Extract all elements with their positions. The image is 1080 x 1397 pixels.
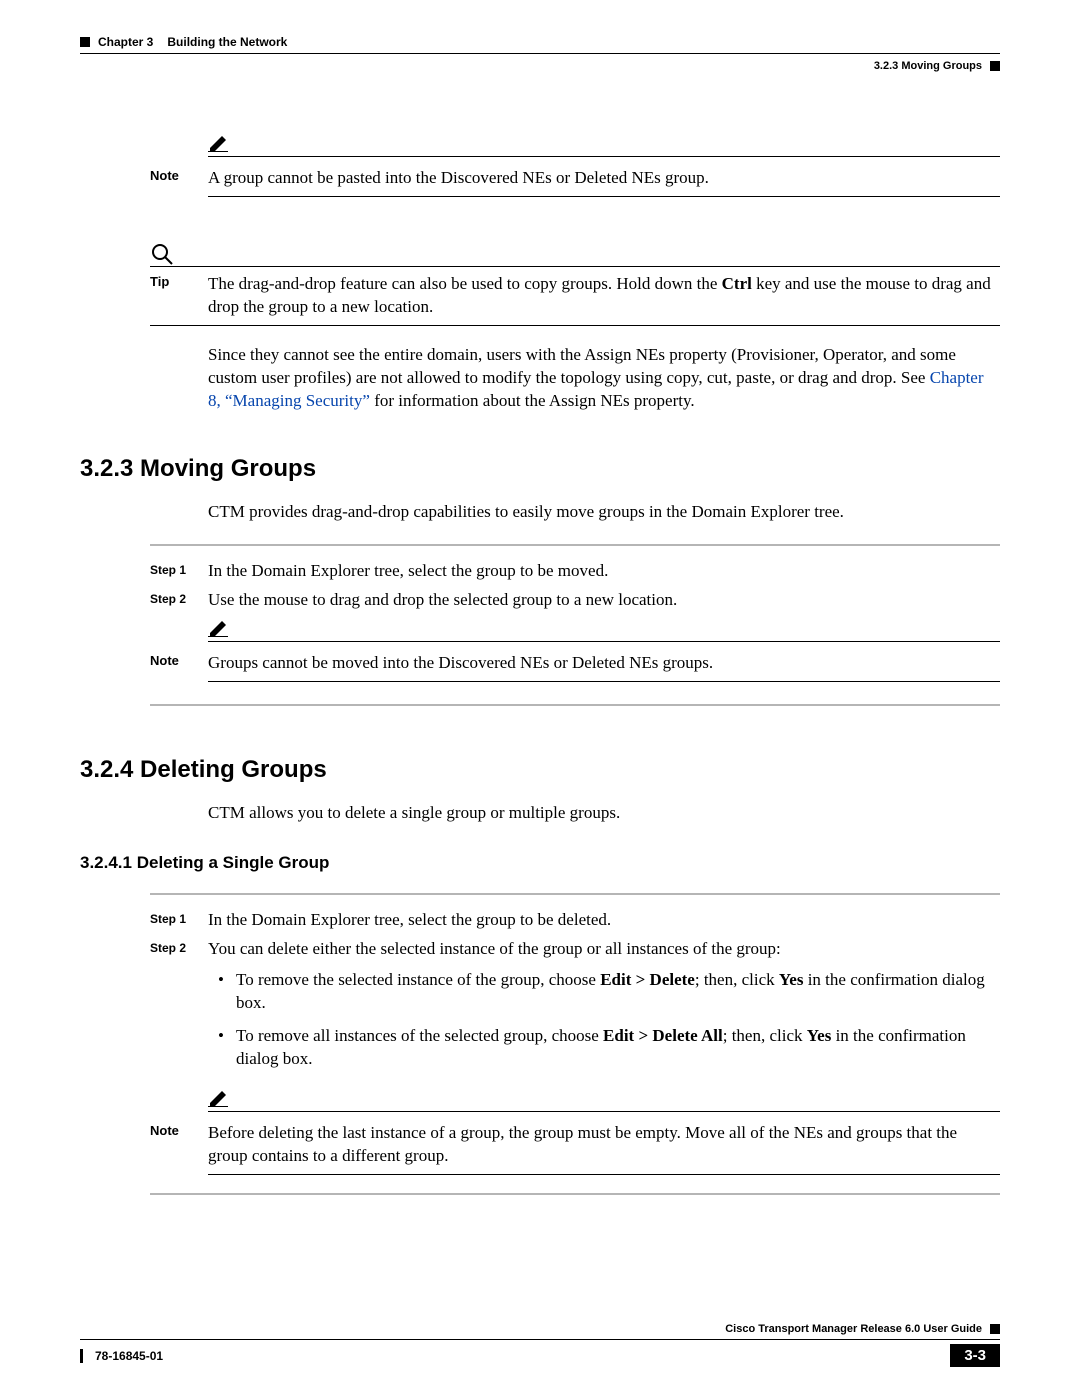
section-3-2-4-title: 3.2.4 Deleting Groups bbox=[80, 756, 1000, 784]
chapter-label: Chapter 3 bbox=[98, 35, 153, 49]
header-marker-right-icon bbox=[990, 61, 1000, 71]
moving-step-2: Step 2 Use the mouse to drag and drop th… bbox=[150, 589, 1000, 612]
note-text: Before deleting the last instance of a g… bbox=[208, 1122, 1000, 1168]
note-callout-2: Note Groups cannot be moved into the Dis… bbox=[150, 617, 1000, 682]
deleting-step-2: Step 2 You can delete either the selecte… bbox=[150, 938, 1000, 1081]
section-3-2-4-intro: CTM allows you to delete a single group … bbox=[208, 802, 1000, 825]
section-ref: 3.2.3 Moving Groups bbox=[874, 60, 982, 72]
moving-step-1: Step 1 In the Domain Explorer tree, sele… bbox=[150, 560, 1000, 583]
chapter-title: Building the Network bbox=[167, 35, 287, 49]
tip-text: The drag-and-drop feature can also be us… bbox=[208, 273, 1000, 319]
bullet-delete-instance: To remove the selected instance of the g… bbox=[208, 969, 1000, 1015]
magnifier-icon bbox=[150, 242, 174, 266]
page-footer: Cisco Transport Manager Release 6.0 User… bbox=[80, 1323, 1000, 1367]
note-text: Groups cannot be moved into the Discover… bbox=[208, 652, 1000, 675]
tip-label: Tip bbox=[150, 274, 169, 289]
section-3-2-4-1-title: 3.2.4.1 Deleting a Single Group bbox=[80, 853, 1000, 873]
pen-icon bbox=[208, 132, 232, 152]
section-3-2-3-intro: CTM provides drag-and-drop capabilities … bbox=[208, 501, 1000, 524]
section-3-2-3-title: 3.2.3 Moving Groups bbox=[80, 455, 1000, 483]
header-rule bbox=[80, 53, 1000, 54]
pen-icon bbox=[208, 1087, 232, 1107]
note-callout-3: Note Before deleting the last instance o… bbox=[150, 1087, 1000, 1175]
footer-marker-icon bbox=[990, 1324, 1000, 1334]
footer-corner-icon bbox=[80, 1349, 83, 1363]
deleting-step-1: Step 1 In the Domain Explorer tree, sele… bbox=[150, 909, 1000, 932]
page-header: Chapter 3 Building the Network bbox=[80, 35, 1000, 49]
note-label: Note bbox=[150, 168, 179, 183]
note-label: Note bbox=[150, 653, 179, 668]
footer-docnum: 78-16845-01 bbox=[95, 1349, 163, 1363]
footer-guide-title: Cisco Transport Manager Release 6.0 User… bbox=[725, 1323, 982, 1335]
note-callout-1: Note A group cannot be pasted into the D… bbox=[150, 132, 1000, 197]
paragraph-assign-nes: Since they cannot see the entire domain,… bbox=[208, 344, 1000, 413]
header-marker-icon bbox=[80, 37, 90, 47]
tip-callout: Tip The drag-and-drop feature can also b… bbox=[150, 242, 1000, 326]
note-text: A group cannot be pasted into the Discov… bbox=[208, 167, 1000, 190]
bullet-delete-all: To remove all instances of the selected … bbox=[208, 1025, 1000, 1071]
note-label: Note bbox=[150, 1123, 179, 1138]
pen-icon bbox=[208, 617, 232, 637]
page-number-badge: 3-3 bbox=[950, 1344, 1000, 1367]
